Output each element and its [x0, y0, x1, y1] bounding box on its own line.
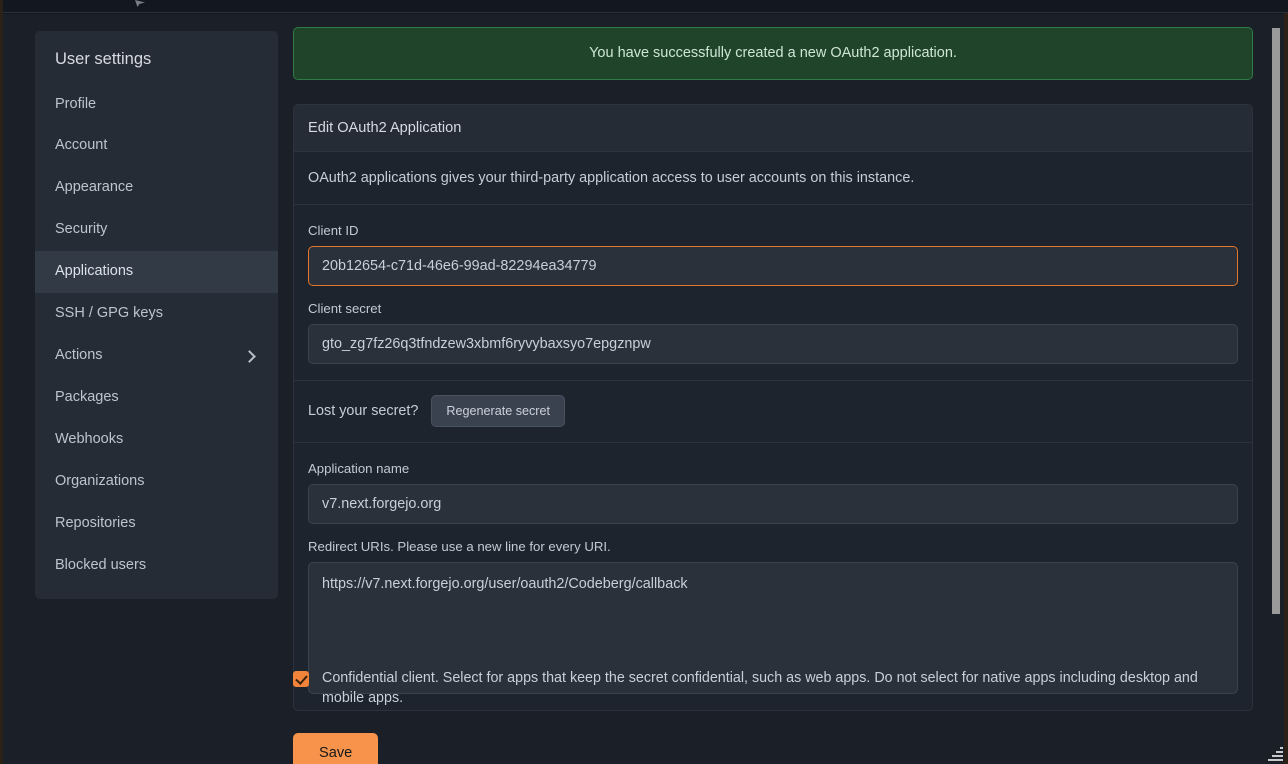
vertical-scrollbar-thumb[interactable]: [1272, 28, 1280, 614]
confidential-client-checkbox[interactable]: [293, 671, 309, 687]
sidebar-item-label: Packages: [55, 390, 119, 406]
top-chrome-strip: [3, 0, 1288, 13]
regenerate-secret-button[interactable]: Regenerate secret: [431, 395, 565, 428]
sidebar-item-label: Actions: [55, 348, 103, 364]
client-id-input[interactable]: [308, 246, 1238, 286]
application-name-label: Application name: [308, 461, 1238, 477]
sidebar-item-organizations[interactable]: Organizations: [35, 461, 278, 503]
window-right-border: [1284, 0, 1288, 764]
sidebar-item-profile[interactable]: Profile: [35, 84, 278, 126]
user-settings-sidebar: User settings Profile Account Appearance…: [35, 31, 278, 599]
sidebar-item-ssh-gpg-keys[interactable]: SSH / GPG keys: [35, 293, 278, 335]
card-intro-text: OAuth2 applications gives your third-par…: [294, 152, 1252, 205]
form-footer: Confidential client. Select for apps tha…: [293, 669, 1253, 764]
redirect-uris-label: Redirect URIs. Please use a new line for…: [308, 539, 1238, 555]
sidebar-item-appearance[interactable]: Appearance: [35, 167, 278, 209]
client-secret-label: Client secret: [308, 301, 1238, 317]
sidebar-item-account[interactable]: Account: [35, 125, 278, 167]
sidebar-item-label: Organizations: [55, 474, 144, 490]
regenerate-secret-row: Lost your secret? Regenerate secret: [294, 381, 1252, 444]
vertical-scrollbar-track[interactable]: [1276, 14, 1284, 764]
sidebar-item-actions[interactable]: Actions: [35, 335, 278, 377]
sidebar-item-applications[interactable]: Applications: [35, 251, 278, 293]
sidebar-item-label: SSH / GPG keys: [55, 306, 163, 322]
card-title: Edit OAuth2 Application: [294, 105, 1252, 152]
sidebar-item-repositories[interactable]: Repositories: [35, 503, 278, 545]
sidebar-item-label: Profile: [55, 97, 96, 113]
sidebar-item-webhooks[interactable]: Webhooks: [35, 419, 278, 461]
client-secret-input[interactable]: [308, 324, 1238, 364]
sidebar-item-label: Repositories: [55, 516, 136, 532]
edit-oauth2-application-card: Edit OAuth2 Application OAuth2 applicati…: [293, 104, 1253, 711]
chevron-right-icon: [243, 350, 256, 363]
save-button[interactable]: Save: [293, 733, 378, 764]
confidential-client-label: Confidential client. Select for apps tha…: [322, 669, 1234, 708]
credentials-section: Client ID Client secret: [294, 205, 1252, 381]
app-viewport: User settings Profile Account Appearance…: [0, 0, 1288, 764]
window-resize-grip[interactable]: [1267, 746, 1283, 762]
lost-secret-label: Lost your secret?: [308, 404, 418, 418]
sidebar-item-packages[interactable]: Packages: [35, 377, 278, 419]
success-flash-message: You have successfully created a new OAut…: [293, 27, 1253, 80]
sidebar-item-label: Webhooks: [55, 432, 123, 448]
application-name-input[interactable]: [308, 484, 1238, 524]
sidebar-item-label: Security: [55, 222, 107, 238]
sidebar-title: User settings: [35, 31, 278, 84]
cursor-artifact-icon: [135, 0, 145, 7]
sidebar-item-label: Blocked users: [55, 558, 146, 574]
sidebar-item-blocked-users[interactable]: Blocked users: [35, 545, 278, 587]
client-id-label: Client ID: [308, 223, 1238, 239]
main-content: You have successfully created a new OAut…: [293, 27, 1253, 711]
sidebar-item-label: Appearance: [55, 180, 133, 196]
confidential-client-row: Confidential client. Select for apps tha…: [293, 669, 1253, 708]
page-content: User settings Profile Account Appearance…: [3, 14, 1280, 764]
sidebar-item-label: Applications: [55, 264, 133, 280]
sidebar-item-security[interactable]: Security: [35, 209, 278, 251]
sidebar-item-label: Account: [55, 138, 107, 154]
